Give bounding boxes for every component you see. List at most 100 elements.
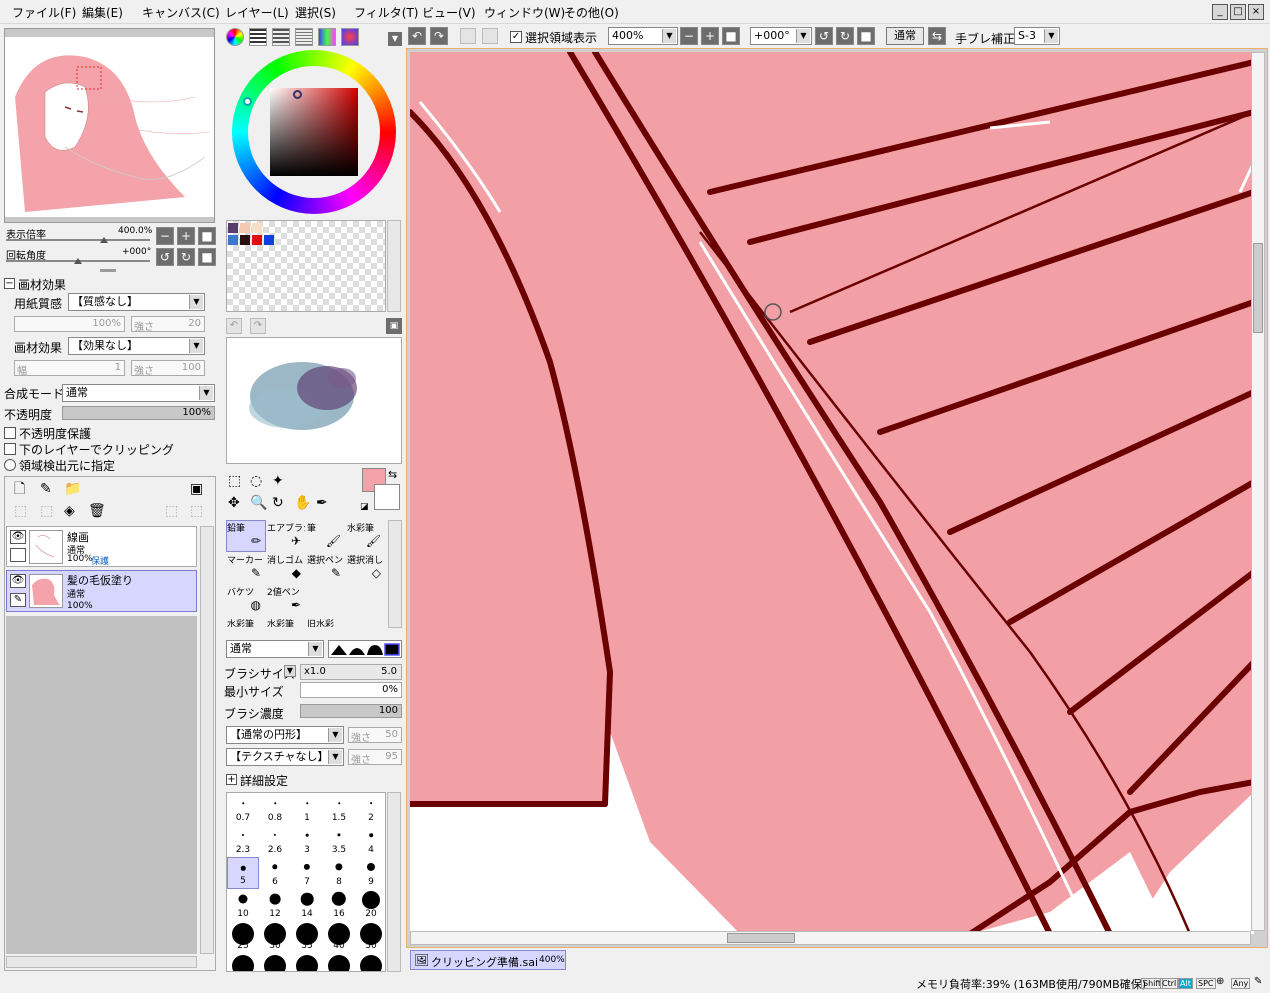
brush-size-20[interactable]: 20 [355, 889, 385, 921]
brush-size-3.5[interactable]: 3.5 [323, 825, 355, 857]
transparent-color-icon[interactable]: ◪ [360, 500, 369, 514]
intermediate-tab-icon[interactable] [295, 28, 313, 46]
navigator-preview[interactable] [4, 28, 215, 223]
hue-picker-handle[interactable] [243, 97, 252, 106]
zoom-out-button[interactable]: − [156, 227, 174, 245]
swatch-scrollbar[interactable] [387, 220, 401, 312]
color-wheel-tab-icon[interactable] [226, 28, 244, 46]
brush-mode-select[interactable]: 通常 ▼ [226, 640, 324, 658]
canvas-hscrollbar[interactable] [410, 931, 1251, 945]
magic-wand-icon[interactable]: ✦ [272, 474, 284, 488]
hsv-slider-tab-icon[interactable] [272, 28, 290, 46]
canvas-viewport[interactable] [406, 48, 1268, 948]
view-mode-button[interactable]: 通常 [886, 27, 924, 45]
brush-size-120[interactable]: 120 [355, 953, 385, 971]
effect-select[interactable]: 【効果なし】 ▼ [68, 337, 205, 355]
tool-3-0[interactable]: 水彩筆 [226, 616, 266, 628]
swatch-6[interactable] [264, 235, 274, 245]
brush-size-1[interactable]: 1 [291, 793, 323, 825]
lasso-icon[interactable]: ◌ [250, 474, 262, 488]
layer-hscrollbar[interactable] [6, 956, 197, 968]
swatch-4[interactable] [240, 235, 250, 245]
restore-button[interactable]: □ [1230, 4, 1246, 20]
undo-button[interactable]: ↶ [408, 27, 426, 45]
new-linework-layer-icon[interactable]: ✎ [40, 482, 52, 496]
document-tab[interactable]: 🖼 クリッピング準備.sai 400% [410, 950, 566, 970]
angle-select[interactable]: +000° ▼ [750, 27, 812, 45]
swatch-3[interactable] [228, 235, 238, 245]
rotate-right-button[interactable]: ↻ [177, 248, 195, 266]
layer-scrollbar[interactable] [200, 526, 214, 954]
select-rect-icon[interactable]: ⬚ [228, 474, 241, 488]
clear-layer-icon[interactable]: ◈ [64, 504, 75, 518]
brush-size-10[interactable]: 10 [227, 889, 259, 921]
brush-size-35[interactable]: 35 [291, 921, 323, 953]
expand-icon[interactable]: + [226, 774, 237, 785]
brush-size-9[interactable]: 9 [355, 857, 385, 889]
zoom-in-button[interactable]: + [177, 227, 195, 245]
layer-settings-icon[interactable]: ▣ [190, 482, 203, 496]
lock-toggle[interactable] [10, 548, 26, 562]
canvas-artwork[interactable] [410, 52, 1254, 934]
menu-filter[interactable]: フィルタ(T) [354, 4, 418, 21]
tool-1-1[interactable]: 消しゴム ◆ [266, 552, 306, 584]
swatch-1[interactable] [240, 223, 250, 233]
brush-size-60[interactable]: 60 [227, 953, 259, 971]
tool-3-1[interactable]: 水彩筆 [266, 616, 306, 628]
sv-picker-handle[interactable] [293, 90, 302, 99]
tool-1-2[interactable]: 選択ペン ✎ [306, 552, 346, 584]
sub-color-swatch[interactable] [374, 484, 400, 510]
brush-size-slider[interactable]: x1.0 5.0 [300, 664, 402, 680]
menu-edit[interactable]: 編集(E) [82, 4, 123, 21]
brush-size-8[interactable]: 8 [323, 857, 355, 889]
clip-lower-checkbox[interactable] [4, 443, 16, 455]
menu-window[interactable]: ウィンドウ(W) [484, 4, 565, 21]
tool-1-0[interactable]: マーカー ✎ [226, 552, 266, 584]
panel-splitter[interactable] [100, 269, 116, 272]
rotate-reset-button[interactable]: ■ [198, 248, 216, 266]
brush-size-30[interactable]: 30 [259, 921, 291, 953]
menu-layer[interactable]: レイヤー(L) [225, 4, 289, 21]
tool-1-3[interactable]: 選択消し ◇ [346, 552, 386, 584]
rotate-icon[interactable]: ↻ [272, 496, 284, 510]
brush-density-slider[interactable]: 100 [300, 704, 402, 718]
brush-size-2.6[interactable]: 2.6 [259, 825, 291, 857]
brush-size-0.7[interactable]: 0.7 [227, 793, 259, 825]
canvas-rotate-reset-button[interactable]: ■ [857, 27, 875, 45]
tool-scrollbar[interactable] [388, 520, 402, 628]
brush-size-5[interactable]: 5 [227, 857, 259, 889]
close-button[interactable]: × [1248, 4, 1264, 20]
canvas-rotate-right-button[interactable]: ↻ [836, 27, 854, 45]
scratchpad-tab-icon[interactable] [341, 28, 359, 46]
menu-select[interactable]: 選択(S) [295, 4, 336, 21]
brush-size-4[interactable]: 4 [355, 825, 385, 857]
canvas-zoom-out-button[interactable]: − [680, 27, 698, 45]
brush-size-12[interactable]: 12 [259, 889, 291, 921]
minimize-button[interactable]: _ [1212, 4, 1228, 20]
canvas-zoom-in-button[interactable]: + [701, 27, 719, 45]
swap-colors-icon[interactable]: ⇆ [388, 468, 397, 482]
brush-size-0.8[interactable]: 0.8 [259, 793, 291, 825]
brush-size-25[interactable]: 25 [227, 921, 259, 953]
eye-icon[interactable]: 👁 [10, 574, 26, 588]
sv-square[interactable] [270, 88, 358, 176]
brush-lock-icon[interactable]: ✎ [10, 593, 26, 607]
collapse-icon[interactable]: − [4, 278, 15, 289]
brush-texture-select[interactable]: 【テクスチャなし】 ▼ [226, 748, 344, 766]
blend-mode-select[interactable]: 通常 ▼ [62, 384, 215, 402]
delete-layer-icon[interactable]: 🗑 [88, 504, 106, 518]
canvas-zoom-reset-button[interactable]: ■ [722, 27, 740, 45]
layer-row-hair[interactable]: 👁 ✎ 髪の毛仮塗り 通常 100% [6, 570, 197, 612]
tool-0-1[interactable]: エアブラシ✈ [266, 520, 306, 552]
rotation-slider-handle[interactable] [74, 258, 82, 264]
vscroll-thumb[interactable] [1253, 243, 1263, 333]
chevron-down-icon[interactable]: ▼ [284, 665, 296, 677]
stabilizer-select[interactable]: S-3 ▼ [1014, 27, 1060, 45]
move-icon[interactable]: ✥ [228, 496, 240, 510]
zoom-icon[interactable]: 🔍 [250, 496, 267, 510]
selection-source-radio[interactable] [4, 459, 16, 471]
brush-size-2[interactable]: 2 [355, 793, 385, 825]
swatch-5[interactable] [252, 235, 262, 245]
redo-button[interactable]: ↷ [430, 27, 448, 45]
rgb-slider-tab-icon[interactable] [249, 28, 267, 46]
